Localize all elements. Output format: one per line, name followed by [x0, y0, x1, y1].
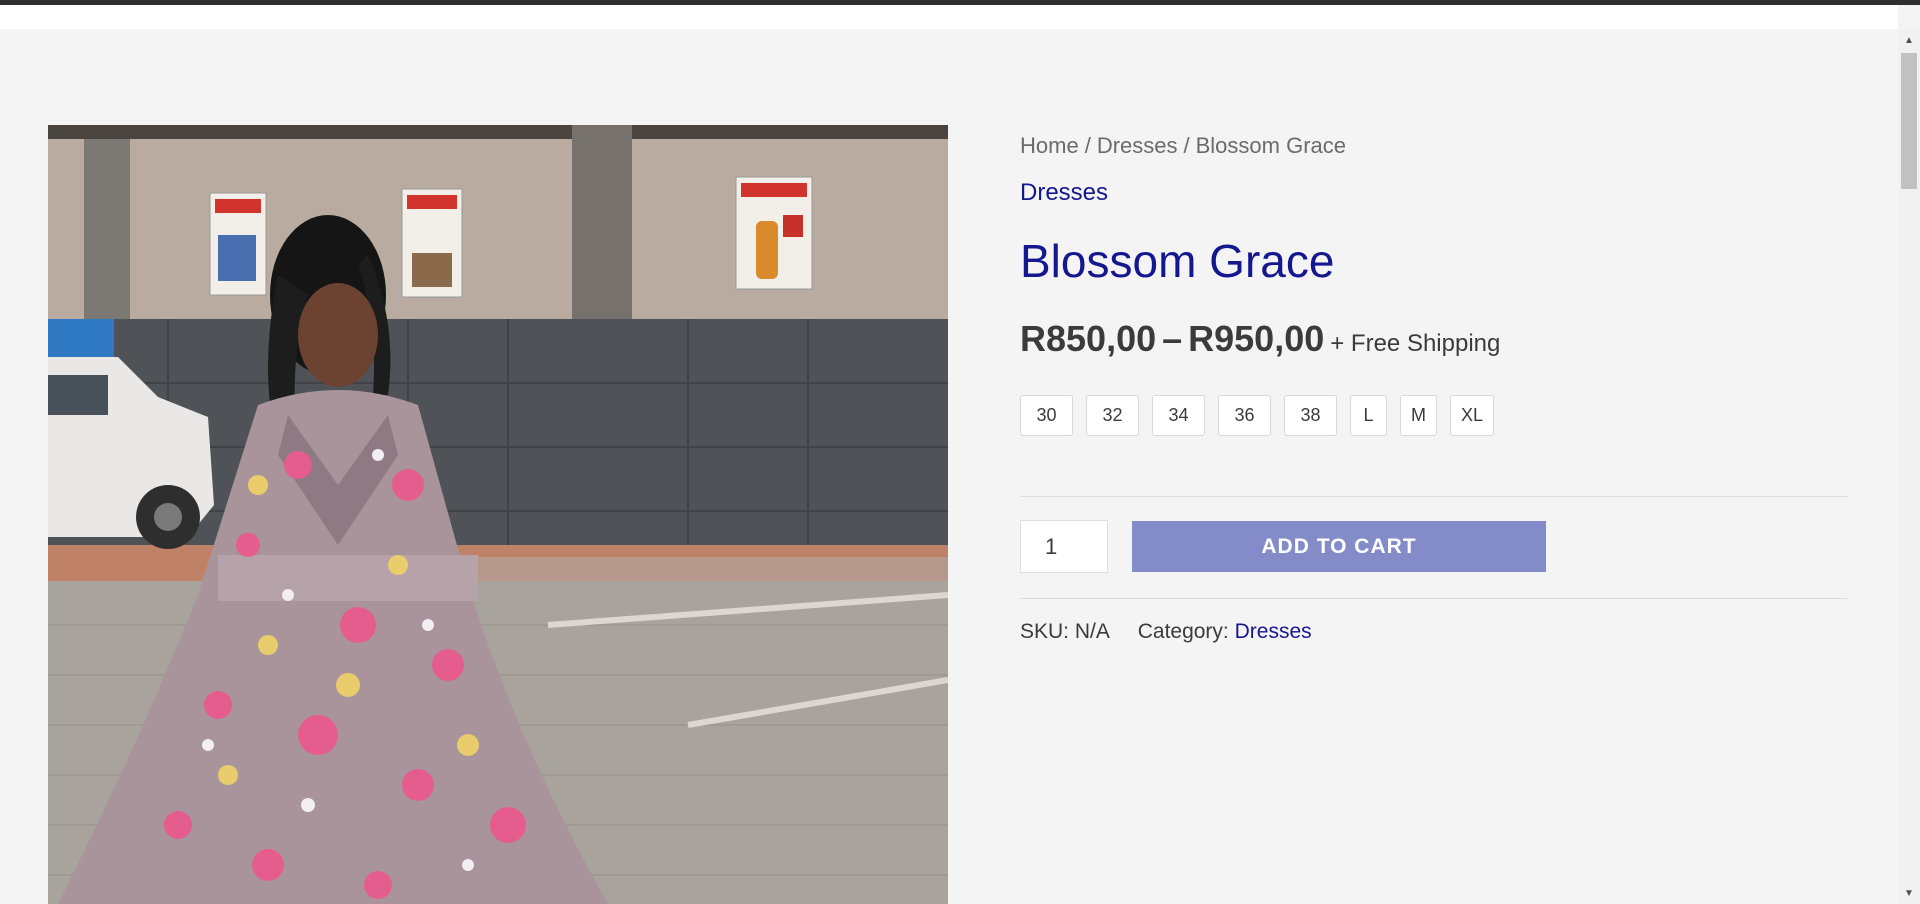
- sku-label: SKU:: [1020, 620, 1070, 643]
- price-min: R850,00: [1020, 318, 1157, 359]
- size-option-32[interactable]: 32: [1086, 395, 1139, 436]
- caret-down-icon[interactable]: ▼: [1898, 882, 1920, 904]
- price-max: R950,00: [1188, 318, 1325, 359]
- product-image[interactable]: [48, 125, 948, 904]
- category-meta-link[interactable]: Dresses: [1235, 620, 1312, 643]
- caret-up-icon[interactable]: ▲: [1898, 29, 1920, 51]
- breadcrumb-current: Blossom Grace: [1195, 133, 1347, 158]
- product-category-link[interactable]: Dresses: [1020, 177, 1108, 209]
- size-option-xl[interactable]: XL: [1450, 395, 1495, 436]
- size-option-36[interactable]: 36: [1218, 395, 1271, 436]
- size-selector: 30 32 34 36 38 L M XL: [1020, 395, 1847, 436]
- category-meta-label: Category:: [1137, 620, 1229, 643]
- page-scrollbar[interactable]: ▲ ▼: [1898, 29, 1920, 904]
- size-option-34[interactable]: 34: [1152, 395, 1205, 436]
- sku-value: N/A: [1074, 620, 1110, 643]
- size-option-l[interactable]: L: [1350, 395, 1387, 436]
- scrollbar-thumb[interactable]: [1901, 53, 1917, 189]
- breadcrumb-separator: /: [1084, 133, 1091, 158]
- breadcrumb-category-link[interactable]: Dresses: [1097, 133, 1178, 158]
- sku-meta: SKU: N/A: [1020, 620, 1110, 643]
- product-summary: Home / Dresses / Blossom Grace Dresses Bloss…: [1020, 125, 1847, 647]
- product-meta: SKU: N/A Category: Dresses: [1020, 617, 1847, 647]
- add-to-cart-button[interactable]: ADD TO CART: [1132, 521, 1546, 572]
- size-option-38[interactable]: 38: [1284, 395, 1337, 436]
- size-option-30[interactable]: 30: [1020, 395, 1073, 436]
- breadcrumb: Home / Dresses / Blossom Grace: [1020, 125, 1847, 167]
- price-row: R850,00– R950,00 + Free Shipping: [1020, 315, 1847, 371]
- quantity-input[interactable]: [1020, 520, 1108, 573]
- price-dash: –: [1162, 318, 1183, 359]
- category-meta: Category: Dresses: [1138, 620, 1312, 643]
- header-strip: [0, 5, 1898, 29]
- size-option-m[interactable]: M: [1400, 395, 1437, 436]
- divider: [1020, 496, 1847, 497]
- divider: [1020, 598, 1847, 599]
- product-title: Blossom Grace: [1020, 235, 1335, 287]
- add-to-cart-form: ADD TO CART: [1020, 520, 1847, 573]
- breadcrumb-separator: /: [1183, 133, 1190, 158]
- shipping-note: + Free Shipping: [1330, 330, 1501, 357]
- breadcrumb-home-link[interactable]: Home: [1020, 133, 1079, 158]
